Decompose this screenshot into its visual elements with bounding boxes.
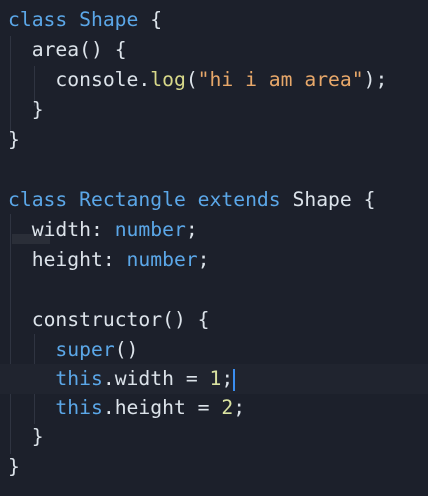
code-token: } <box>31 98 44 121</box>
code-token: width: <box>31 218 115 241</box>
code-line[interactable]: class Shape { <box>8 5 162 35</box>
code-token: number <box>126 248 198 271</box>
code-token: log <box>150 68 186 91</box>
code-token: class <box>8 8 80 31</box>
code-token: extends <box>197 188 293 211</box>
code-editor[interactable]: class Shape { area() { console.log("hi i… <box>0 0 428 496</box>
code-line[interactable]: console.log("hi i am area"); <box>8 65 387 95</box>
code-token: this <box>55 396 103 419</box>
code-token: .width = <box>102 367 210 390</box>
code-token: number <box>114 218 186 241</box>
code-line[interactable]: height: number; <box>8 245 210 275</box>
code-token: { <box>138 8 163 31</box>
code-token: 1 <box>209 367 222 390</box>
code-token: ); <box>363 68 388 91</box>
code-line[interactable]: } <box>8 422 44 452</box>
code-token: Shape { <box>292 188 376 211</box>
code-line[interactable]: constructor() { <box>8 305 210 335</box>
code-token: area() { <box>31 38 127 61</box>
code-token: height: <box>31 248 127 271</box>
code-line[interactable]: class Rectangle extends Shape { <box>8 185 375 215</box>
code-token: ; <box>197 248 210 271</box>
code-token: ( <box>185 68 198 91</box>
code-token: () <box>114 338 139 361</box>
code-token: Shape <box>79 8 139 31</box>
code-token: ; <box>233 396 246 419</box>
code-token: super <box>55 338 115 361</box>
code-token: } <box>8 455 20 478</box>
code-token: constructor() { <box>31 308 210 331</box>
code-token: class <box>8 188 80 211</box>
code-line[interactable]: this.height = 2; <box>8 393 245 423</box>
code-line[interactable]: } <box>8 125 20 155</box>
code-line[interactable]: } <box>8 95 44 125</box>
code-line[interactable]: area() { <box>8 35 127 65</box>
code-line[interactable]: width: number; <box>8 215 198 245</box>
code-token: .height = <box>102 396 222 419</box>
code-token: } <box>8 128 20 151</box>
text-cursor <box>233 368 236 391</box>
code-token: ; <box>185 218 198 241</box>
code-token: 2 <box>221 396 234 419</box>
code-token: console. <box>55 68 151 91</box>
code-token: "hi i am area" <box>197 68 364 91</box>
code-token: this <box>55 367 103 390</box>
code-line[interactable]: super() <box>8 335 138 365</box>
code-token: ; <box>221 367 234 390</box>
code-line[interactable]: } <box>8 452 20 482</box>
code-token: } <box>31 425 44 448</box>
code-line[interactable]: this.width = 1; <box>0 364 428 394</box>
code-token: Rectangle <box>79 188 198 211</box>
